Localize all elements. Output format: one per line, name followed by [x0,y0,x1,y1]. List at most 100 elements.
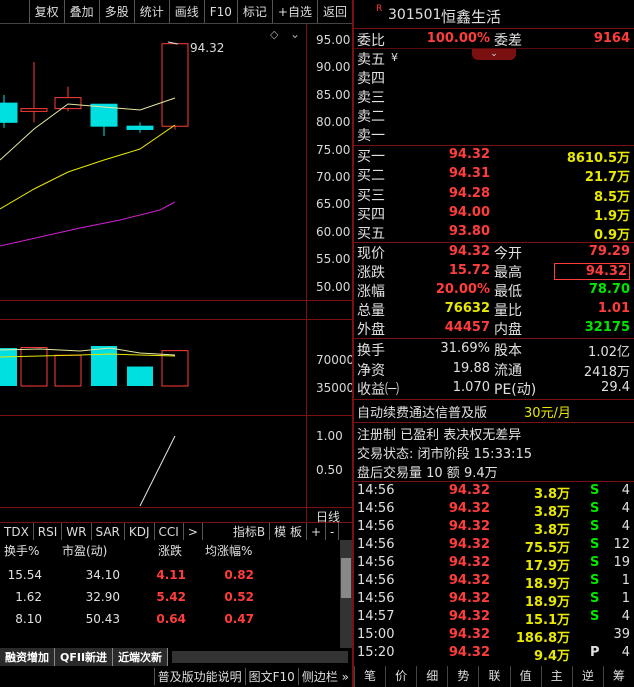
bid-row[interactable]: 买一 94.32 8610.5万 [354,146,634,166]
table-row[interactable]: 15.54 34.10 4.11 0.82 [0,568,340,586]
template-button[interactable]: 模 板 [270,523,307,540]
table-cell: 0.64 [156,612,186,626]
toolbar-overlay-button[interactable]: 叠加 [63,0,99,23]
ask-row[interactable]: 卖一 [354,125,634,144]
bid-row[interactable]: 买三 94.28 8.5万 [354,185,634,205]
table-row[interactable]: 8.10 50.43 0.64 0.47 [0,612,340,630]
toolbar-fuquan-button[interactable]: 复权 [28,0,64,23]
bid-volume: 0.9万 [593,228,630,244]
tick-row: 15:20 94.32 9.4万 P 4 [354,644,634,664]
sidebar-toggle[interactable]: 侧边栏 » [297,668,352,685]
stat-label: 净资 [357,362,385,379]
bid-label: 买五 [357,226,385,243]
quote-tab[interactable]: 逆 [571,666,603,687]
help-link[interactable]: 普及版功能说明 [153,668,245,685]
scrollbar-thumb[interactable] [341,558,351,598]
tab-margin-increase[interactable]: 融资增加 [0,648,55,666]
bid-row[interactable]: 买二 94.31 21.7万 [354,165,634,185]
stock-tags: 注册制 已盈利 表决权无差异 [357,428,522,443]
stat-value: 15.72 [448,263,490,278]
axis-separator [306,24,307,522]
quote-tab[interactable]: 联 [478,666,509,687]
quote-tab[interactable]: 值 [509,666,541,687]
tick-time: 14:56 [357,555,395,570]
ask-row[interactable]: 卖三 [354,87,634,106]
quote-tab[interactable]: 筹 [602,666,634,687]
tick-count: 1 [621,573,630,588]
axis-tick-label: 90.00 [316,60,351,75]
axis-tick-label: 65.00 [316,197,351,212]
tick-price: 94.32 [448,555,490,570]
f10-link[interactable]: 图文F10 [244,668,298,685]
bid-row[interactable]: 买五 93.80 0.9万 [354,223,634,244]
toolbar-back-button[interactable]: 返回 [316,0,352,23]
tick-row: 14:56 94.32 17.9万 S 19 [354,554,634,574]
zoom-out-button[interactable]: - [326,523,340,540]
stat-value: 20.00% [435,282,490,297]
volume-bar [127,366,153,386]
candle-body [126,125,154,130]
ask-row[interactable]: 卖二 [354,106,634,125]
toolbar-add-watchlist-button[interactable]: +自选 [271,0,317,23]
quote-tab[interactable]: 势 [447,666,478,687]
tab-cci[interactable]: CCI [155,523,184,540]
toolbar-f10-button[interactable]: F10 [203,0,237,23]
quote-stat-row: 总量 76632 量比 1.01 [354,300,634,319]
tabs-more-button[interactable]: > [184,523,203,540]
registration-badge: R [376,4,383,14]
indicator-b-button[interactable]: 指标B [229,523,271,540]
promo-price[interactable]: 30元/月 [524,402,571,421]
zoom-in-button[interactable]: + [307,523,327,540]
table-cell: 15.54 [7,568,42,582]
header-pe[interactable]: 市盈(动) [62,542,132,559]
toolbar-stats-button[interactable]: 统计 [133,0,169,23]
quote-tab[interactable]: 主 [540,666,572,687]
stat-value: 44457 [444,320,490,335]
table-header-row: 换手% 市盈(动) 涨跌 均涨幅% [0,542,340,560]
header-avg-change[interactable]: 均涨幅% [205,542,265,559]
quote-tab[interactable]: 细 [416,666,447,687]
ma20-line [0,201,176,247]
tick-price: 94.32 [448,537,490,552]
tick-time: 15:00 [357,627,395,642]
bid-volume: 8.5万 [593,189,630,205]
ask-label: 卖四 [357,71,385,87]
promo-text[interactable]: 自动续费通达信普及版 [357,402,487,421]
chevron-down-icon[interactable]: ⌄ [290,27,300,41]
stat-value: 1.070 [452,380,490,395]
tab-sar[interactable]: SAR [92,523,125,540]
kline-chart[interactable] [0,24,306,522]
toolbar-multi-stock-button[interactable]: 多股 [98,0,134,23]
table-row[interactable]: 1.62 32.90 5.42 0.52 [0,590,340,608]
promo-row[interactable]: 自动续费通达信普及版 30元/月 [354,401,634,421]
table-cell: 5.42 [156,590,186,604]
ask-row[interactable]: 卖四 [354,68,634,87]
tab-tdx[interactable]: TDX [0,523,34,540]
quote-tab[interactable]: 笔 [354,666,385,687]
bid-row[interactable]: 买四 94.00 1.9万 [354,204,634,224]
tab-recent-ipo[interactable]: 近端次新 [113,648,169,666]
toolbar-draw-line-button[interactable]: 画线 [168,0,204,23]
header-turnover[interactable]: 换手% [4,542,44,559]
tab-qfii-new[interactable]: QFII新进 [55,648,114,666]
tab-kdj[interactable]: KDJ [125,523,155,540]
fundamental-row: 换手 31.69% 股本 1.02亿 [354,340,634,360]
tick-side: S [590,483,600,498]
horizontal-scrollbar[interactable] [172,651,348,663]
stat-value: 1.01 [597,301,630,316]
volume-bar [0,348,17,386]
header-change[interactable]: 涨跌 [158,542,198,559]
stat-label: 股本 [494,343,522,359]
stock-name: 恒鑫生活 [441,8,502,26]
tab-rsi[interactable]: RSI [34,523,63,540]
tick-row: 14:56 94.32 3.8万 S 4 [354,482,634,502]
quote-tab[interactable]: 价 [385,666,416,687]
tick-price: 94.32 [448,573,490,588]
toolbar-mark-button[interactable]: 标记 [236,0,272,23]
diamond-icon[interactable]: ◇ [270,28,278,41]
tab-wr[interactable]: WR [62,523,92,540]
tick-time: 14:56 [357,591,395,606]
table-scrollbar[interactable] [340,540,352,648]
bid-price: 94.00 [448,204,490,220]
stat-label: 外盘 [357,322,385,338]
